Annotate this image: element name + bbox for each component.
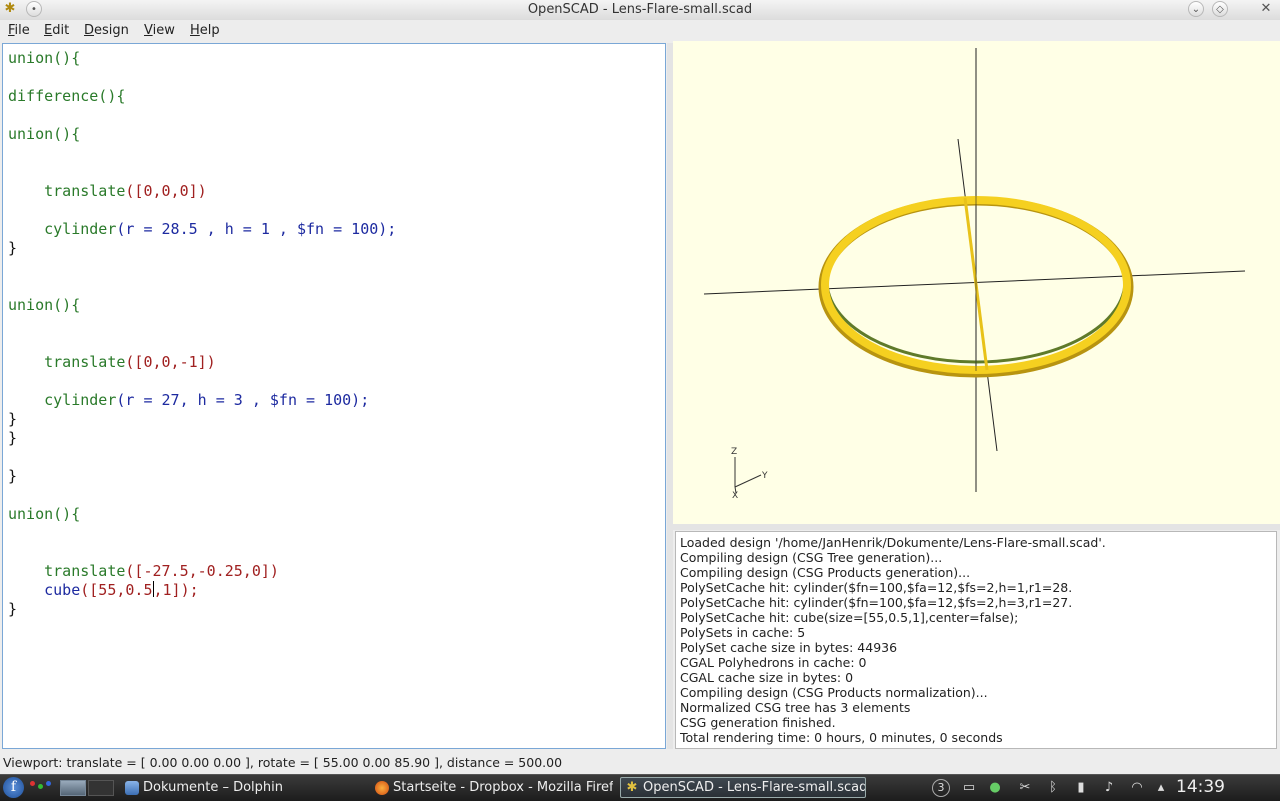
task-firefox[interactable]: Startseite - Dropbox - Mozilla Firefox (370, 777, 614, 798)
task-dolphin[interactable]: Dokumente – Dolphin (120, 777, 364, 798)
desktop-pager-2-icon[interactable] (88, 780, 114, 796)
code-line: cube([55,0.5,1]); (8, 562, 199, 619)
task-openscad[interactable]: ✱ OpenSCAD - Lens-Flare-small.scad (620, 777, 866, 798)
clipboard-icon[interactable]: ▭ (960, 779, 978, 797)
console-line: Compiling design (CSG Products generatio… (680, 565, 971, 580)
viewport-render: Z Y X (703, 48, 1246, 501)
code-args: ([0,0,0]) (125, 182, 207, 200)
title-bar: ✱ • OpenSCAD - Lens-Flare-small.scad ⌄ ◇… (0, 0, 1280, 21)
bluetooth-icon[interactable]: ᛒ (1044, 779, 1062, 797)
mini-y-label: Y (761, 471, 768, 481)
code-line: union(){ (8, 296, 81, 314)
code-function: translate (44, 182, 126, 200)
taskbar: f Dokumente – Dolphin Startseite - Dropb… (0, 774, 1280, 801)
tray-expand-icon[interactable]: ▴ (1152, 779, 1170, 797)
dolphin-icon (125, 781, 139, 795)
console-line: PolySetCache hit: cylinder($fn=100,$fa=1… (680, 595, 1073, 610)
mini-x-label: X (732, 491, 738, 501)
console-line: CSG generation finished. (680, 715, 836, 730)
status-bar: Viewport: translate = [ 0.00 0.00 0.00 ]… (0, 753, 1280, 773)
activity-dot-red-icon[interactable] (30, 781, 35, 786)
code-args: ,1]); (153, 581, 199, 599)
code-function: translate (44, 353, 126, 371)
task-label: Dokumente – Dolphin (143, 780, 284, 795)
console-line: PolySet cache size in bytes: 44936 (680, 640, 898, 655)
menu-bar: File Edit Design View Help (0, 20, 1280, 42)
close-icon[interactable]: ✕ (1258, 1, 1274, 17)
menu-edit[interactable]: Edit (44, 23, 69, 38)
battery-icon[interactable]: ▮ (1072, 779, 1090, 797)
console-line: PolySets in cache: 5 (680, 625, 806, 640)
console-line: PolySetCache hit: cylinder($fn=100,$fa=1… (680, 580, 1073, 595)
task-label: Startseite - Dropbox - Mozilla Firefox (393, 780, 614, 795)
wifi-icon[interactable]: ◠ (1128, 779, 1146, 797)
code-line: union(){ (8, 49, 81, 67)
code-line: union(){ (8, 505, 81, 523)
code-line: } (8, 600, 18, 618)
console-line: Compiling design (CSG Products normaliza… (680, 685, 988, 700)
mini-z-label: Z (731, 447, 737, 457)
console-line: CGAL cache size in bytes: 0 (680, 670, 854, 685)
console-line: Total rendering time: 0 hours, 0 minutes… (680, 730, 1003, 745)
code-args: ([0,0,-1]) (125, 353, 216, 371)
firefox-icon (375, 781, 389, 795)
activity-dot-blue-icon[interactable] (46, 781, 51, 786)
console-line: Compiling design (CSG Tree generation)..… (680, 550, 943, 565)
code-line: cylinder(r = 27, h = 3 , $fn = 100); (8, 372, 369, 429)
openscad-icon: ✱ (626, 780, 638, 795)
task-label: OpenSCAD - Lens-Flare-small.scad (643, 780, 866, 795)
code-args: (r = 28.5 , h = 1 , $fn = 100); (116, 220, 397, 238)
desktop-pager-1-icon[interactable] (60, 780, 86, 796)
code-function: cylinder (44, 391, 117, 409)
menu-file[interactable]: File (8, 23, 30, 38)
code-line: difference(){ (8, 87, 126, 105)
horizontal-splitter[interactable] (673, 524, 1280, 530)
code-line: } (8, 410, 18, 428)
3d-viewport[interactable]: Z Y X (673, 41, 1280, 524)
code-editor[interactable]: union(){ difference(){ union(){ translat… (2, 43, 666, 749)
clock[interactable]: 14:39 (1176, 777, 1225, 797)
start-menu-icon[interactable]: f (3, 777, 24, 798)
console-line: PolySetCache hit: cube(size=[55,0.5,1],c… (680, 610, 1019, 625)
minimize-icon[interactable]: ⌄ (1188, 1, 1204, 17)
code-line: } (8, 239, 18, 257)
code-line: cylinder(r = 28.5 , h = 1 , $fn = 100); (8, 201, 396, 258)
code-function: cube (44, 581, 81, 599)
console-output[interactable]: Loaded design '/home/JanHenrik/Dokumente… (675, 531, 1277, 749)
notification-count-badge[interactable]: 3 (932, 779, 950, 797)
network-monitor-icon[interactable]: ● (986, 779, 1004, 797)
viewport-status: Viewport: translate = [ 0.00 0.00 0.00 ]… (3, 755, 563, 770)
mini-y-axis (734, 474, 762, 488)
code-function: cylinder (44, 220, 117, 238)
code-args: (r = 27, h = 3 , $fn = 100); (116, 391, 370, 409)
console-line: Loaded design '/home/JanHenrik/Dokumente… (680, 535, 1106, 550)
code-args: ([55,0.5 (80, 581, 153, 599)
maximize-icon[interactable]: ◇ (1212, 1, 1228, 17)
volume-icon[interactable]: ♪ (1100, 779, 1118, 797)
code-line: union(){ (8, 125, 81, 143)
code-line: } (8, 429, 18, 447)
window-title: OpenSCAD - Lens-Flare-small.scad (527, 2, 753, 17)
menu-help[interactable]: Help (190, 23, 220, 38)
menu-view[interactable]: View (144, 23, 175, 38)
menu-design[interactable]: Design (84, 23, 129, 38)
code-line: } (8, 467, 18, 485)
activity-dot-green-icon[interactable] (38, 784, 43, 789)
console-line: CGAL Polyhedrons in cache: 0 (680, 655, 867, 670)
scissors-icon[interactable]: ✂ (1016, 779, 1034, 797)
console-line: Normalized CSG tree has 3 elements (680, 700, 911, 715)
